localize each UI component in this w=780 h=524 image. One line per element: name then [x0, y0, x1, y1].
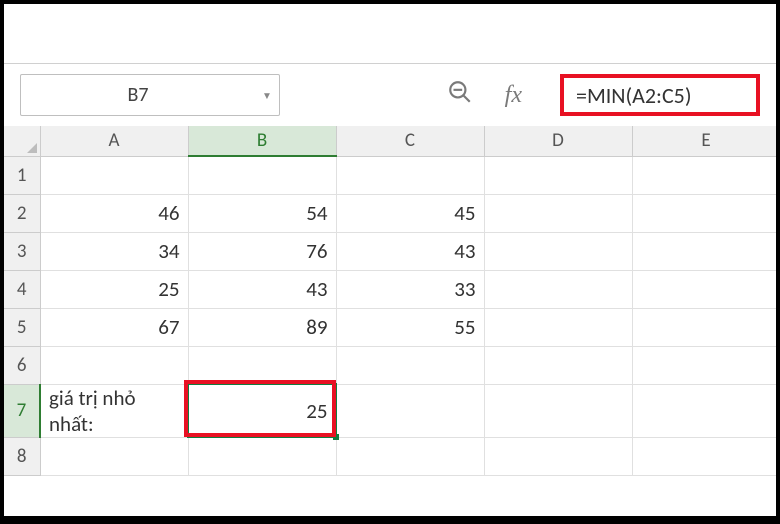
cell-E7[interactable]	[632, 384, 776, 437]
cell-B7[interactable]: 25	[188, 384, 336, 437]
cell-D1[interactable]	[484, 156, 632, 194]
cell-B2[interactable]: 54	[188, 194, 336, 232]
cell-D8[interactable]	[484, 437, 632, 475]
cell-C2[interactable]: 45	[336, 194, 484, 232]
cell-C5[interactable]: 55	[336, 308, 484, 346]
name-box-value: B7	[21, 83, 255, 107]
name-box[interactable]: B7 ▼	[20, 74, 280, 116]
cell-E2[interactable]	[632, 194, 776, 232]
formula-input[interactable]: =MIN(A2:C5)	[560, 74, 760, 116]
fx-icon[interactable]: fx	[505, 82, 522, 109]
cell-A2[interactable]: 46	[40, 194, 188, 232]
cell-B1[interactable]	[188, 156, 336, 194]
col-header-E[interactable]: E	[632, 126, 776, 156]
cell-E3[interactable]	[632, 232, 776, 270]
row-header-6[interactable]: 6	[4, 346, 40, 384]
row-header-1[interactable]: 1	[4, 156, 40, 194]
formula-text: =MIN(A2:C5)	[576, 82, 692, 109]
col-header-C[interactable]: C	[336, 126, 484, 156]
row-header-7[interactable]: 7	[4, 384, 40, 437]
cell-E8[interactable]	[632, 437, 776, 475]
cell-D3[interactable]	[484, 232, 632, 270]
cell-D2[interactable]	[484, 194, 632, 232]
cell-D5[interactable]	[484, 308, 632, 346]
row-header-8[interactable]: 8	[4, 437, 40, 475]
cell-D4[interactable]	[484, 270, 632, 308]
cell-C7[interactable]	[336, 384, 484, 437]
cell-C4[interactable]: 33	[336, 270, 484, 308]
cell-C3[interactable]: 43	[336, 232, 484, 270]
cell-A3[interactable]: 34	[40, 232, 188, 270]
cell-A1[interactable]	[40, 156, 188, 194]
row-header-3[interactable]: 3	[4, 232, 40, 270]
cell-E5[interactable]	[632, 308, 776, 346]
cell-B8[interactable]	[188, 437, 336, 475]
col-header-A[interactable]: A	[40, 126, 188, 156]
name-box-dropdown-icon[interactable]: ▼	[255, 75, 279, 115]
cell-B5[interactable]: 89	[188, 308, 336, 346]
row-header-2[interactable]: 2	[4, 194, 40, 232]
zoom-out-icon[interactable]	[447, 79, 473, 112]
cell-E6[interactable]	[632, 346, 776, 384]
cell-A6[interactable]	[40, 346, 188, 384]
cell-A5[interactable]: 67	[40, 308, 188, 346]
cell-E4[interactable]	[632, 270, 776, 308]
cell-A7[interactable]: giá trị nhỏ nhất:	[40, 384, 188, 437]
cell-B6[interactable]	[188, 346, 336, 384]
cell-C6[interactable]	[336, 346, 484, 384]
spreadsheet-grid[interactable]: A B C D E 1 2 46 54 45	[4, 126, 776, 516]
cell-C1[interactable]	[336, 156, 484, 194]
top-blank-area	[4, 4, 776, 64]
cell-B4[interactable]: 43	[188, 270, 336, 308]
cell-D7[interactable]	[484, 384, 632, 437]
cell-A8[interactable]	[40, 437, 188, 475]
cell-B3[interactable]: 76	[188, 232, 336, 270]
col-header-B[interactable]: B	[188, 126, 336, 156]
row-header-5[interactable]: 5	[4, 308, 40, 346]
select-all-corner[interactable]	[4, 126, 40, 156]
cell-E1[interactable]	[632, 156, 776, 194]
cell-D6[interactable]	[484, 346, 632, 384]
row-header-4[interactable]: 4	[4, 270, 40, 308]
formula-bar-row: B7 ▼ fx =MIN(A2:C5)	[4, 64, 776, 126]
cell-A4[interactable]: 25	[40, 270, 188, 308]
col-header-D[interactable]: D	[484, 126, 632, 156]
cell-C8[interactable]	[336, 437, 484, 475]
